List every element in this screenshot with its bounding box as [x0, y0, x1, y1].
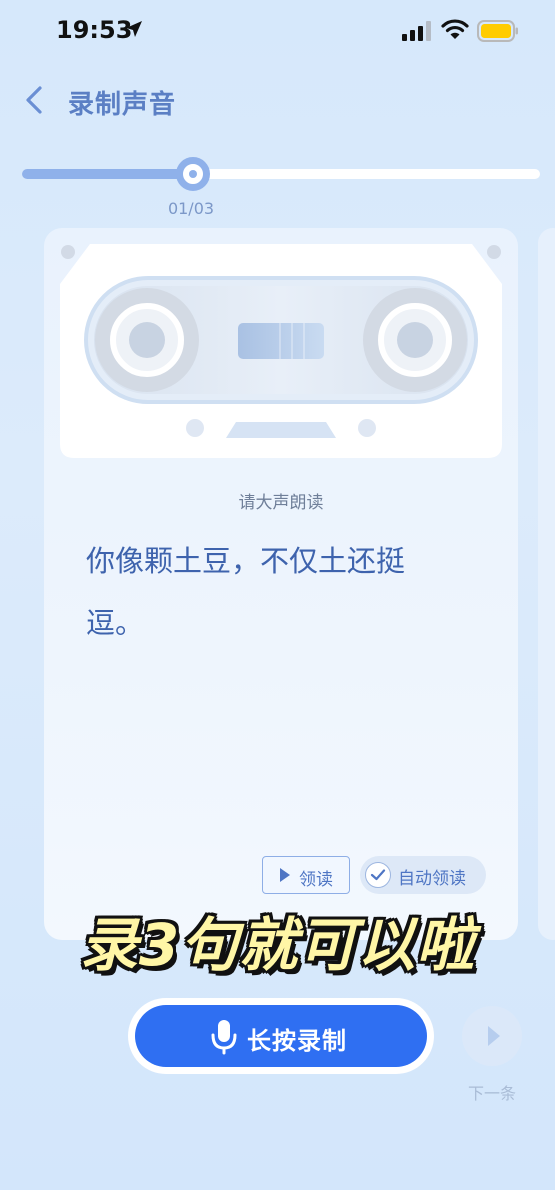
cellular-signal-icon — [402, 21, 431, 41]
progress-fill — [22, 169, 193, 179]
page-title: 录制声音 — [68, 90, 177, 120]
lead-read-button[interactable]: 领读 — [262, 856, 350, 894]
microphone-icon — [211, 1020, 237, 1055]
lead-read-label: 领读 — [299, 870, 333, 890]
progress-thumb[interactable] — [175, 157, 210, 191]
battery-icon — [477, 20, 518, 42]
cassette-illustration — [60, 244, 502, 458]
record-label: 长按录制 — [247, 1027, 347, 1055]
auto-read-toggle[interactable]: 自动领读 — [360, 856, 486, 894]
sentence-line-2: 逗。 — [86, 606, 145, 640]
check-circle-icon — [365, 862, 391, 888]
next-sentence-label: 下一条 — [467, 1084, 516, 1103]
play-icon — [488, 1026, 500, 1046]
auto-read-label: 自动领读 — [398, 869, 466, 889]
status-bar: 19:53 — [0, 0, 555, 60]
sentence-text: 你像颗土豆，不仅土还挺 逗。 — [86, 530, 486, 654]
video-caption-overlay: 录3句就可以啦 — [79, 911, 476, 979]
play-icon — [280, 868, 290, 882]
sentence-line-1: 你像颗土豆，不仅土还挺 — [86, 544, 406, 578]
status-time: 19:53 — [56, 16, 133, 44]
hold-to-record-button[interactable]: 长按录制 — [135, 1005, 427, 1067]
back-chevron-icon[interactable] — [22, 84, 48, 116]
next-sentence-button[interactable] — [462, 1006, 522, 1066]
progress-label: 01/03 — [167, 199, 215, 218]
read-aloud-prompt: 请大声朗读 — [238, 493, 324, 513]
next-card-peek — [538, 228, 555, 940]
wifi-icon — [441, 19, 469, 39]
location-arrow-icon — [126, 21, 142, 37]
